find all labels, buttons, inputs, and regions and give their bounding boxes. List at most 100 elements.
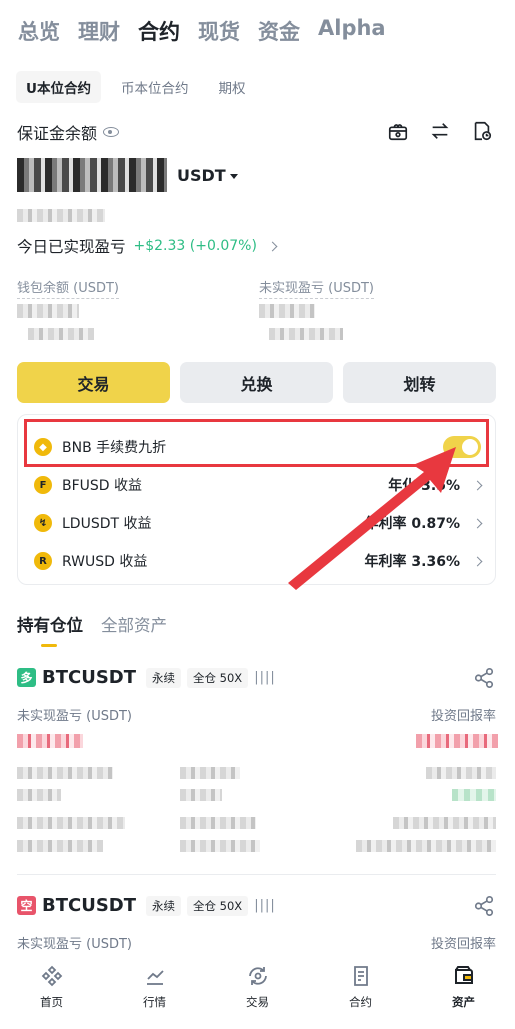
tab-usdm-futures[interactable]: U本位合约 — [16, 71, 101, 103]
margin-mode-tag: 全仓 50X — [187, 667, 249, 688]
tab-coinm-futures[interactable]: 币本位合约 — [111, 71, 199, 103]
long-side-badge: 多 — [17, 668, 36, 687]
position-roi-blurred — [416, 734, 498, 748]
position-pnl-blurred — [17, 734, 83, 748]
position-detail-blurred — [180, 817, 256, 829]
tab-overview[interactable]: 总览 — [18, 16, 60, 46]
tab-open-positions[interactable]: 持有仓位 — [17, 612, 83, 647]
trade-cycle-icon — [248, 967, 267, 985]
position-detail-blurred — [180, 767, 240, 779]
nav-assets-label: 资产 — [452, 995, 475, 1009]
today-pnl-value: +$2.33 (+0.07%) — [133, 238, 257, 254]
chevron-right-icon — [472, 480, 483, 490]
nav-trade-label: 交易 — [246, 995, 269, 1009]
header-actions — [387, 120, 493, 142]
nav-futures-label: 合约 — [349, 995, 372, 1009]
top-nav-tabs: 总览 理财 合约 现货 资金 Alpha — [18, 16, 386, 46]
share-icon[interactable] — [473, 667, 495, 689]
chevron-right-icon — [472, 556, 483, 566]
history-doc-icon[interactable] — [471, 120, 493, 142]
today-pnl-row[interactable]: 今日已实现盈亏 +$2.33 (+0.07%) — [17, 235, 278, 257]
today-pnl-label: 今日已实现盈亏 — [17, 238, 126, 256]
position-divider — [17, 874, 496, 875]
tab-all-assets[interactable]: 全部资产 — [101, 612, 167, 636]
position-symbol: BTCUSDT — [42, 667, 137, 688]
position-roi-label: 投资回报率 — [430, 709, 496, 724]
earn-row-rwusd[interactable]: R RWUSD 收益 年利率 3.36% — [34, 542, 483, 580]
balance-unit[interactable]: USDT — [177, 166, 238, 185]
earn-row-ldusdt[interactable]: ↯ LDUSDT 收益 年利率 0.87% — [34, 504, 483, 542]
earn-row-bfusd[interactable]: F BFUSD 收益 年化 3.5% — [34, 466, 483, 504]
tab-funding[interactable]: 资金 — [258, 16, 300, 46]
tab-spot[interactable]: 现货 — [198, 16, 240, 46]
tab-earn[interactable]: 理财 — [78, 16, 120, 46]
position-roi-label: 投资回报率 — [430, 937, 496, 952]
adl-indicator: |||| — [254, 898, 276, 913]
tab-futures[interactable]: 合约 — [138, 16, 180, 46]
nav-trade[interactable]: 交易 — [206, 956, 309, 1029]
chart-line-icon — [146, 970, 164, 985]
ldusdt-coin-icon: ↯ — [34, 514, 52, 532]
nav-markets-label: 行情 — [143, 995, 166, 1009]
futures-sub-tabs: U本位合约 币本位合约 期权 — [16, 71, 255, 103]
position-pnl-label: 未实现盈亏 (USDT) — [17, 937, 132, 952]
earn-rate: 年利率 3.36% — [364, 554, 460, 570]
position-detail-blurred — [17, 767, 113, 779]
position-detail-blurred — [356, 840, 496, 852]
position-detail-blurred — [17, 789, 61, 801]
position-detail-blurred — [426, 767, 496, 779]
tab-alpha[interactable]: Alpha — [318, 16, 386, 46]
position-detail-blurred — [452, 789, 496, 801]
earn-rate: 年利率 0.87% — [364, 516, 460, 532]
unrealized-pnl-sub-blurred — [269, 328, 343, 340]
share-icon[interactable] — [473, 895, 495, 917]
balance-sub-blurred — [17, 209, 105, 222]
position-detail-blurred — [180, 840, 260, 852]
nav-markets[interactable]: 行情 — [103, 956, 206, 1029]
earn-rate: 年化 3.5% — [388, 478, 460, 494]
swap-arrows-icon[interactable] — [429, 120, 451, 142]
nav-home-label: 首页 — [40, 995, 63, 1009]
chevron-right-icon — [472, 518, 483, 528]
futures-doc-icon — [353, 966, 368, 986]
nav-futures[interactable]: 合约 — [309, 956, 412, 1029]
position-detail-blurred — [17, 817, 125, 829]
position-detail-blurred — [17, 840, 103, 852]
highlight-annotation-box — [24, 419, 489, 467]
caret-down-icon — [229, 173, 238, 179]
earn-coin-label: LDUSDT 收益 — [62, 516, 152, 532]
eye-icon[interactable] — [103, 127, 120, 137]
position-pnl-label: 未实现盈亏 (USDT) — [17, 709, 132, 724]
transfer-button[interactable]: 划转 — [343, 362, 496, 403]
adl-indicator: |||| — [254, 670, 276, 685]
position-header[interactable]: 空 BTCUSDT 永续 全仓 50X |||| — [17, 895, 276, 916]
nav-assets[interactable]: 资产 — [412, 956, 515, 1029]
wallet-balance-blurred — [17, 304, 79, 318]
binance-logo-icon — [41, 965, 62, 987]
bfusd-coin-icon: F — [34, 476, 52, 494]
wallet-balance-label: 钱包余额 (USDT) — [17, 277, 119, 299]
position-header[interactable]: 多 BTCUSDT 永续 全仓 50X |||| — [17, 667, 276, 688]
margin-balance-value: USDT — [17, 158, 238, 192]
gift-icon[interactable] — [387, 120, 409, 142]
tab-options[interactable]: 期权 — [208, 71, 255, 103]
margin-mode-tag: 全仓 50X — [187, 895, 249, 916]
margin-balance-text: 保证金余额 — [17, 124, 98, 143]
trade-button[interactable]: 交易 — [17, 362, 170, 403]
short-side-badge: 空 — [17, 896, 36, 915]
unrealized-pnl-label: 未实现盈亏 (USDT) — [259, 277, 374, 299]
wallet-icon — [454, 966, 473, 984]
earn-coin-label: BFUSD 收益 — [62, 478, 143, 494]
nav-home[interactable]: 首页 — [0, 956, 103, 1029]
positions-tabs: 持有仓位 全部资产 — [17, 612, 167, 647]
contract-type-tag: 永续 — [146, 667, 182, 688]
wallet-balance-sub-blurred — [28, 328, 94, 340]
earn-coin-label: RWUSD 收益 — [62, 554, 148, 570]
margin-balance-label: 保证金余额 — [17, 120, 120, 144]
balance-blurred — [17, 158, 167, 192]
position-detail-blurred — [180, 789, 222, 801]
contract-type-tag: 永续 — [146, 895, 182, 916]
unrealized-pnl-blurred — [259, 304, 315, 318]
rwusd-coin-icon: R — [34, 552, 52, 570]
convert-button[interactable]: 兑换 — [180, 362, 333, 403]
